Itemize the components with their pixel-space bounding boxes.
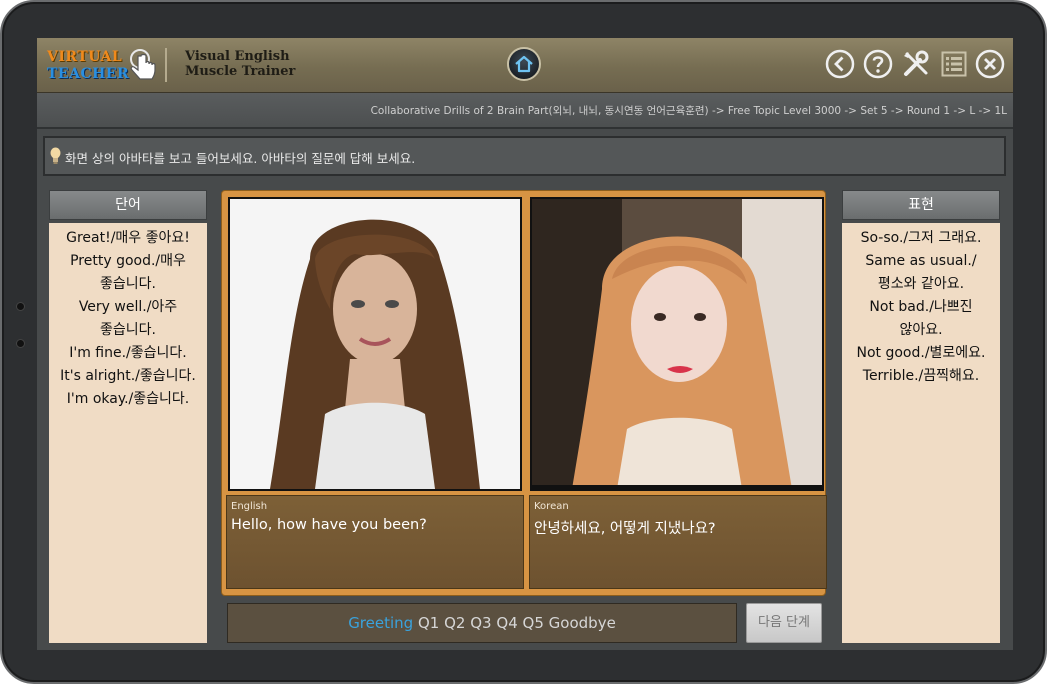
word-item: 좋습니다. <box>100 322 156 338</box>
word-panel[interactable]: Great!/매우 좋아요! Pretty good./매우 좋습니다. Ver… <box>49 223 207 643</box>
caption-text: Hello, how have you been? <box>231 517 427 533</box>
caption-language-label: English <box>231 501 268 512</box>
avatar-video-english[interactable] <box>228 197 522 491</box>
lesson-progress: Greeting Q1 Q2 Q3 Q4 Q5 Goodbye <box>227 603 737 643</box>
app-title-line1: Visual English <box>185 49 290 64</box>
progress-step[interactable]: Q4 <box>496 614 517 632</box>
korean-caption: Korean 안녕하세요, 어떻게 지냈나요? <box>529 495 827 589</box>
word-item: Pretty good./매우 <box>70 253 186 269</box>
caption-language-label: Korean <box>534 501 569 512</box>
avatar-video-korean[interactable] <box>530 197 824 491</box>
progress-step[interactable]: Q1 <box>418 614 439 632</box>
word-item: I'm fine./좋습니다. <box>69 345 187 361</box>
logo-text-virtual: VIRTUAL <box>47 49 123 65</box>
word-item: I'm okay./좋습니다. <box>66 391 190 407</box>
expression-panel[interactable]: So-so./그저 그래요. Same as usual./ 평소와 같아요. … <box>842 223 1000 643</box>
avatar-photo-english <box>230 199 520 489</box>
word-item: Great!/매우 좋아요! <box>66 230 190 246</box>
word-item: 좋습니다. <box>100 276 156 292</box>
tools-icon[interactable] <box>900 48 932 80</box>
english-caption: English Hello, how have you been? <box>226 495 524 589</box>
expression-item: Not bad./나쁘진 <box>869 299 973 315</box>
next-step-button[interactable]: 다음 단계 <box>746 603 822 643</box>
expression-item: Same as usual./ <box>865 253 977 269</box>
close-icon[interactable] <box>974 48 1006 80</box>
camera-lens <box>16 339 25 348</box>
avatar-stage: English Hello, how have you been? Korean… <box>221 190 827 596</box>
progress-step-greeting[interactable]: Greeting <box>348 614 413 632</box>
progress-step[interactable]: Q5 <box>523 614 544 632</box>
word-item: It's alright./좋습니다. <box>60 368 196 384</box>
tablet-frame: VIRTUAL TEACHER Visual English Muscle Tr… <box>0 0 1047 684</box>
progress-step[interactable]: Q3 <box>470 614 491 632</box>
caption-text: 안녕하세요, 어떻게 지냈나요? <box>534 521 716 537</box>
expression-item: Not good./별로에요. <box>856 345 986 361</box>
app-screen: VIRTUAL TEACHER Visual English Muscle Tr… <box>37 38 1013 650</box>
avatar-photo-korean <box>532 199 822 489</box>
back-icon[interactable] <box>824 48 856 80</box>
expression-panel-heading: 표현 <box>842 190 1000 220</box>
title-bar: VIRTUAL TEACHER Visual English Muscle Tr… <box>37 38 1013 93</box>
home-icon <box>515 55 533 73</box>
app-title-line2: Muscle Trainer <box>185 64 296 79</box>
title-divider <box>165 48 167 82</box>
list-icon[interactable] <box>938 48 970 80</box>
app-logo: VIRTUAL TEACHER <box>47 44 157 88</box>
home-button[interactable] <box>507 47 541 81</box>
expression-item: 않아요. <box>899 322 943 338</box>
help-icon[interactable] <box>862 48 894 80</box>
expression-item: 평소와 같아요. <box>877 276 965 292</box>
instruction-bar: 화면 상의 아바타를 보고 들어보세요. 아바타의 질문에 답해 보세요. <box>43 136 1006 176</box>
breadcrumb: Collaborative Drills of 2 Brain Part(외뇌,… <box>370 105 1007 117</box>
word-panel-heading: 단어 <box>49 190 207 220</box>
logo-text-teacher: TEACHER <box>47 66 130 82</box>
sensor-dot <box>16 302 25 311</box>
word-item: Very well./아주 <box>78 299 178 315</box>
progress-step[interactable]: Q2 <box>444 614 465 632</box>
lightbulb-icon <box>50 147 61 164</box>
breadcrumb-bar: Collaborative Drills of 2 Brain Part(외뇌,… <box>37 93 1013 129</box>
expression-item: Terrible./끔찍해요. <box>862 368 980 384</box>
pointing-hand-icon <box>130 49 156 80</box>
expression-item: So-so./그저 그래요. <box>860 230 982 246</box>
progress-step[interactable]: Goodbye <box>549 614 616 632</box>
instruction-text: 화면 상의 아바타를 보고 들어보세요. 아바타의 질문에 답해 보세요. <box>65 151 416 166</box>
